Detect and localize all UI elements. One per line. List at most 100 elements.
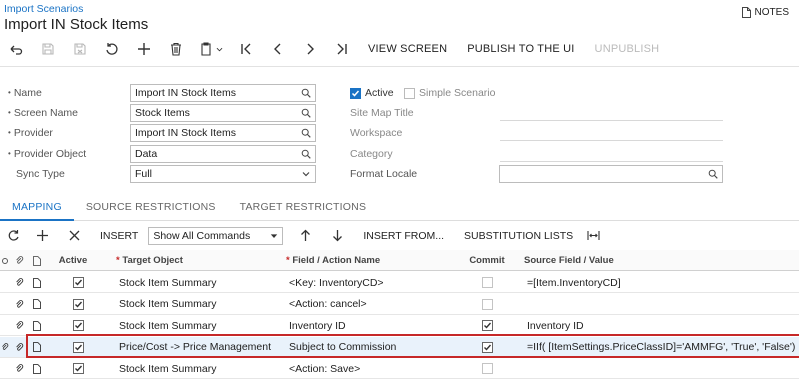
provider-field[interactable]: Import IN Stock Items bbox=[130, 124, 316, 142]
attachment-icon[interactable] bbox=[10, 315, 28, 336]
target-object-cell[interactable]: Stock Item Summary bbox=[119, 358, 284, 379]
table-row[interactable]: Stock Item Summary <Action: cancel> bbox=[0, 294, 799, 315]
first-record-button[interactable] bbox=[230, 36, 262, 62]
target-object-cell[interactable]: Price/Cost -> Price Management bbox=[119, 337, 284, 358]
name-value: Import IN Stock Items bbox=[135, 87, 236, 99]
grid-delete-button[interactable] bbox=[58, 224, 90, 247]
fit-columns-button[interactable] bbox=[583, 224, 603, 247]
refresh-button[interactable] bbox=[0, 224, 26, 247]
note-icon[interactable] bbox=[28, 294, 46, 315]
simple-scenario-checkbox[interactable]: Simple Scenario bbox=[404, 87, 495, 99]
refresh-icon bbox=[8, 230, 19, 241]
insert-from-button[interactable]: INSERT FROM... bbox=[353, 230, 454, 242]
source-field-cell[interactable]: =[Item.InventoryCD] bbox=[527, 272, 795, 293]
substitution-lists-button[interactable]: SUBSTITUTION LISTS bbox=[454, 230, 583, 242]
commands-filter-select[interactable]: Show All Commands bbox=[148, 226, 284, 245]
row-active-checkbox[interactable] bbox=[50, 358, 106, 379]
page-title: Import IN Stock Items bbox=[4, 16, 149, 33]
last-record-button[interactable] bbox=[326, 36, 358, 62]
row-commit-checkbox[interactable] bbox=[457, 358, 517, 379]
source-field-column-header[interactable]: Source Field / Value bbox=[524, 250, 794, 271]
grid-toolbar: INSERT Show All Commands INSERT FROM... … bbox=[0, 224, 799, 247]
previous-record-button[interactable] bbox=[262, 36, 294, 62]
attachment-icon[interactable] bbox=[10, 272, 28, 293]
target-object-cell[interactable]: Stock Item Summary bbox=[119, 294, 284, 315]
checkbox-empty-icon bbox=[481, 298, 493, 310]
screen-name-field[interactable]: Stock Items bbox=[130, 104, 316, 122]
field-action-column-header[interactable]: * Field / Action Name bbox=[286, 250, 451, 271]
move-down-button[interactable] bbox=[321, 224, 353, 247]
provider-value: Import IN Stock Items bbox=[135, 127, 236, 139]
table-row[interactable]: Stock Item Summary <Action: Save> bbox=[0, 358, 799, 379]
provider-object-field[interactable]: Data bbox=[130, 145, 316, 163]
active-checkbox[interactable]: Active bbox=[350, 87, 394, 99]
row-active-checkbox[interactable] bbox=[50, 272, 106, 293]
row-commit-checkbox[interactable] bbox=[457, 294, 517, 315]
insert-button[interactable]: INSERT bbox=[90, 230, 148, 242]
clipboard-button[interactable] bbox=[192, 36, 230, 62]
table-row[interactable]: Stock Item Summary Inventory ID Inventor… bbox=[0, 315, 799, 336]
breadcrumb[interactable]: Import Scenarios bbox=[4, 3, 83, 15]
tab-source-restrictions[interactable]: SOURCE RESTRICTIONS bbox=[74, 196, 228, 221]
source-field-cell[interactable]: =IIf( [ItemSettings.PriceClassID]='AMMFG… bbox=[527, 337, 795, 358]
view-screen-button[interactable]: VIEW SCREEN bbox=[358, 36, 457, 62]
name-field[interactable]: Import IN Stock Items bbox=[130, 84, 316, 102]
row-commit-checkbox[interactable] bbox=[457, 337, 517, 358]
save-close-button[interactable] bbox=[64, 36, 96, 62]
arrow-up-icon bbox=[300, 229, 310, 241]
add-button[interactable] bbox=[128, 36, 160, 62]
row-commit-checkbox[interactable] bbox=[457, 272, 517, 293]
save-button[interactable] bbox=[32, 36, 64, 62]
next-record-button[interactable] bbox=[294, 36, 326, 62]
tab-target-restrictions[interactable]: TARGET RESTRICTIONS bbox=[228, 196, 379, 221]
search-icon bbox=[301, 108, 311, 118]
undo-button[interactable] bbox=[0, 36, 32, 62]
active-column-header[interactable]: Active bbox=[50, 250, 96, 271]
checkbox-empty-icon bbox=[404, 87, 415, 99]
row-commit-checkbox[interactable] bbox=[457, 315, 517, 336]
cancel-button[interactable] bbox=[96, 36, 128, 62]
attachment-icon[interactable] bbox=[10, 337, 28, 358]
target-object-column-header[interactable]: * Target Object bbox=[116, 250, 281, 271]
row-active-checkbox[interactable] bbox=[50, 315, 106, 336]
format-locale-label: Format Locale bbox=[350, 168, 418, 180]
format-locale-field[interactable] bbox=[499, 165, 723, 183]
target-object-cell[interactable]: Stock Item Summary bbox=[119, 315, 284, 336]
source-field-cell[interactable] bbox=[527, 294, 795, 315]
row-settings-icon[interactable] bbox=[0, 250, 10, 271]
target-object-cell[interactable]: Stock Item Summary bbox=[119, 272, 284, 293]
search-icon bbox=[301, 88, 311, 98]
toolbar-divider bbox=[0, 66, 799, 67]
row-active-checkbox[interactable] bbox=[50, 337, 106, 358]
field-action-cell[interactable]: Subject to Commission bbox=[289, 337, 454, 358]
note-icon[interactable] bbox=[28, 315, 46, 336]
notes-button[interactable]: NOTES bbox=[741, 7, 789, 18]
table-row[interactable]: Stock Item Summary <Key: InventoryCD> =[… bbox=[0, 272, 799, 293]
table-row[interactable]: Price/Cost -> Price Management Subject t… bbox=[0, 336, 799, 358]
field-action-cell[interactable]: Inventory ID bbox=[289, 315, 454, 336]
field-action-cell[interactable]: <Action: cancel> bbox=[289, 294, 454, 315]
note-icon[interactable] bbox=[28, 337, 46, 358]
field-action-cell[interactable]: <Key: InventoryCD> bbox=[289, 272, 454, 293]
chevron-right-icon bbox=[307, 43, 314, 55]
field-action-cell[interactable]: <Action: Save> bbox=[289, 358, 454, 379]
move-up-button[interactable] bbox=[289, 224, 321, 247]
tab-mapping[interactable]: MAPPING bbox=[0, 196, 74, 221]
note-icon[interactable] bbox=[28, 272, 46, 293]
unpublish-button[interactable]: UNPUBLISH bbox=[585, 36, 670, 62]
attachment-icon[interactable] bbox=[10, 358, 28, 379]
source-field-cell[interactable]: Inventory ID bbox=[527, 315, 795, 336]
delete-button[interactable] bbox=[160, 36, 192, 62]
notes-label: NOTES bbox=[754, 7, 789, 18]
attachment-icon[interactable] bbox=[10, 294, 28, 315]
workspace-label: Workspace bbox=[350, 127, 403, 139]
commit-column-header[interactable]: Commit bbox=[457, 250, 517, 271]
source-field-cell[interactable] bbox=[527, 358, 795, 379]
grid-add-button[interactable] bbox=[26, 224, 58, 247]
undo-icon bbox=[10, 45, 23, 55]
note-icon[interactable] bbox=[28, 358, 46, 379]
row-active-checkbox[interactable] bbox=[50, 294, 106, 315]
sync-type-select[interactable]: Full bbox=[130, 165, 316, 183]
publish-button[interactable]: PUBLISH TO THE UI bbox=[457, 36, 584, 62]
plus-icon bbox=[138, 43, 150, 55]
